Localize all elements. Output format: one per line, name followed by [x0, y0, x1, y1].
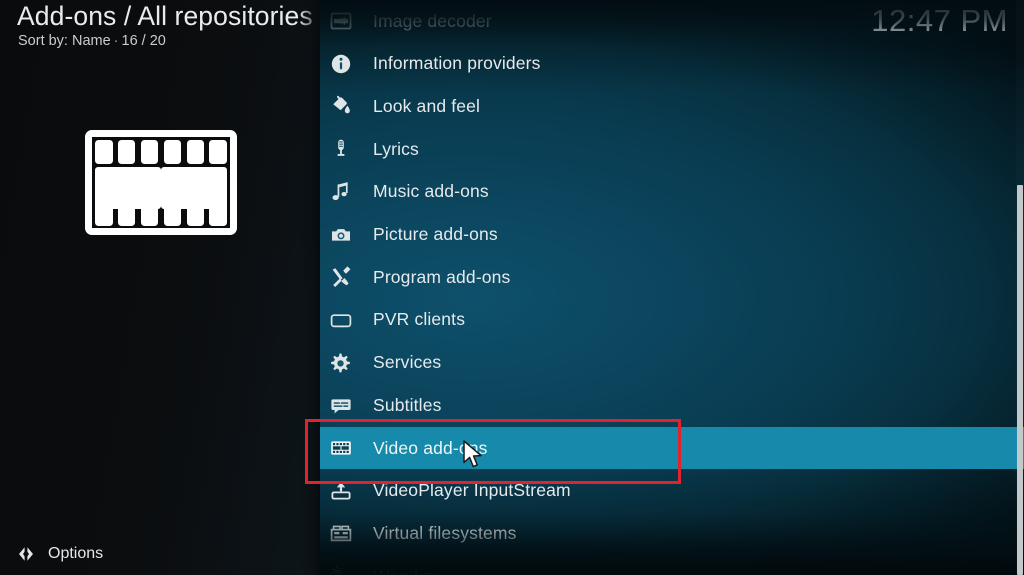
list-item-label: Video add-ons: [373, 437, 488, 458]
list-item[interactable]: Lyrics: [320, 128, 1024, 170]
list-item-label: Picture add-ons: [373, 224, 498, 244]
meta-separator: ·: [113, 33, 119, 49]
list-item[interactable]: Picture add-ons: [320, 214, 1024, 256]
list-item-label: Look and feel: [373, 95, 481, 116]
list-item[interactable]: PVR clients: [320, 299, 1024, 341]
breadcrumb-meta: Sort by: Name · 16 / 20: [18, 33, 166, 49]
virtual-fs-icon: [328, 520, 354, 546]
list-item[interactable]: Program add-ons: [320, 256, 1024, 298]
gear-icon: [328, 350, 354, 376]
subtitles-icon: [328, 392, 354, 418]
list-item-label: Image decoder: [373, 10, 492, 31]
paint-bucket-icon: [328, 93, 354, 119]
list-item[interactable]: Music add-ons: [320, 171, 1024, 213]
image-decoder-icon: [328, 8, 354, 34]
film-strip-icon: [85, 130, 237, 235]
options-label: Options: [48, 545, 104, 562]
settings-category-list[interactable]: Image decoder Information providers Look a…: [320, 0, 1024, 575]
inputstream-icon: [328, 478, 354, 504]
scrollbar-thumb[interactable]: [1017, 185, 1023, 575]
weather-icon: [328, 563, 354, 575]
info-circle-icon: [328, 51, 354, 77]
list-item[interactable]: VideoPlayer InputStream: [320, 470, 1024, 512]
page-title: Add-ons / All repositories: [17, 1, 313, 31]
list-item-label: Virtual filesystems: [373, 522, 517, 543]
list-item-label: Services: [373, 352, 442, 373]
list-item-label: Program add-ons: [373, 266, 511, 287]
sort-label: Sort by: Name: [18, 33, 111, 49]
list-item-label: Subtitles: [373, 394, 442, 415]
camera-icon: [328, 222, 354, 248]
info-panel: Add-ons / All repositories Sort by: Name…: [0, 0, 320, 575]
list-item[interactable]: Information providers: [320, 43, 1024, 85]
list-item[interactable]: Services: [320, 342, 1024, 384]
list-item[interactable]: Weather: [320, 555, 1024, 575]
list-item[interactable]: Image decoder: [320, 0, 1024, 42]
item-count: 16 / 20: [121, 33, 166, 49]
list-item[interactable]: Subtitles: [320, 384, 1024, 426]
list-item-label: VideoPlayer InputStream: [373, 480, 571, 501]
microphone-icon: [328, 136, 354, 162]
scrollbar[interactable]: [1016, 0, 1024, 575]
left-right-arrows-icon: [16, 544, 36, 564]
music-note-icon: [328, 179, 354, 205]
list-item-label: Weather: [373, 566, 440, 575]
list-item[interactable]: Video add-ons: [320, 427, 1024, 469]
list-item-label: PVR clients: [373, 309, 466, 330]
tv-box-icon: [328, 307, 354, 333]
film-strip-icon: [328, 435, 354, 461]
list-item[interactable]: Look and feel: [320, 85, 1024, 127]
tools-icon: [328, 264, 354, 290]
list-item[interactable]: Virtual filesystems: [320, 512, 1024, 554]
film-sprockets-top: [92, 139, 230, 164]
film-sprockets-bottom: [92, 201, 230, 226]
options-button[interactable]: Options: [16, 541, 103, 567]
list-item-label: Information providers: [373, 53, 541, 74]
list-item-label: Music add-ons: [373, 181, 489, 202]
list-item-label: Lyrics: [373, 138, 419, 159]
